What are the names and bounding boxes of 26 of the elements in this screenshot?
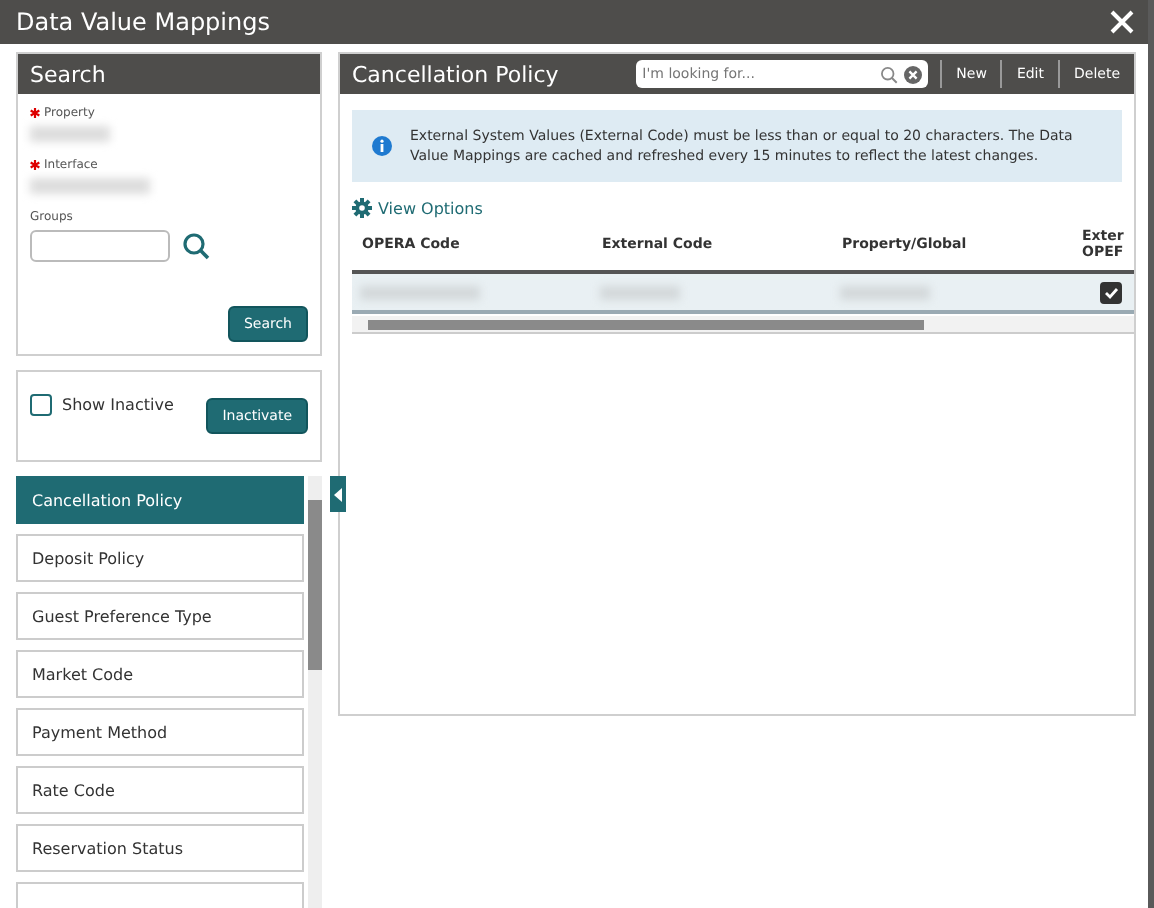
panel-title: Cancellation Policy [352, 61, 559, 87]
horizontal-scrollbar[interactable] [352, 316, 1134, 335]
mapping-type-item[interactable]: Rate Code [16, 766, 304, 814]
caret-icon [334, 487, 342, 501]
redacted-value [30, 126, 110, 142]
checkbox[interactable] [30, 393, 52, 415]
close-button[interactable] [1108, 8, 1136, 36]
view-options-link[interactable]: View Options [352, 198, 1134, 219]
gear-icon [352, 198, 372, 219]
panel-title: Search [30, 61, 106, 87]
redacted-value [30, 178, 150, 194]
scrollbar[interactable] [308, 476, 322, 908]
mapping-type-item[interactable]: Reservation Status [16, 824, 304, 872]
mapping-type-item[interactable]: Guest Preference Type [16, 592, 304, 640]
mapping-type-item[interactable]: Deposit Policy [16, 534, 304, 582]
window-title: Data Value Mappings [16, 8, 270, 36]
info-icon [372, 136, 392, 157]
collapse-toggle[interactable] [330, 476, 346, 512]
groups-field[interactable] [30, 230, 170, 262]
row-checkbox[interactable] [1100, 281, 1122, 304]
mapping-type-item[interactable]: Payment Method [16, 708, 304, 756]
mapping-type-item[interactable]: Cancellation Policy [16, 476, 304, 524]
clear-icon[interactable] [904, 65, 923, 83]
search-icon[interactable] [880, 65, 899, 83]
search-icon[interactable] [182, 232, 210, 260]
mapping-type-item[interactable]: Market Code [16, 650, 304, 698]
